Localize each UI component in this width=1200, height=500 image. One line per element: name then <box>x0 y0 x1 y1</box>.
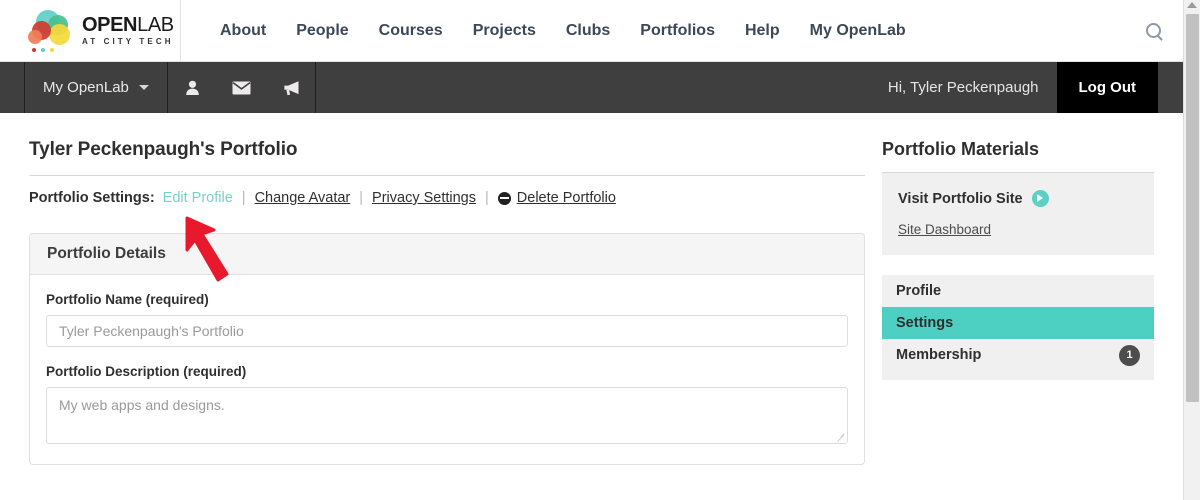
portfolio-details-heading: Portfolio Details <box>30 234 864 275</box>
nav-item-courses[interactable]: Courses <box>364 0 458 62</box>
nav-item-about[interactable]: About <box>205 0 281 62</box>
change-avatar-link[interactable]: Change Avatar <box>255 190 351 206</box>
logo-wordmark: OPENLAB AT CITY TECH <box>82 15 174 46</box>
announcements-icon-button[interactable] <box>266 62 315 113</box>
link-separator: | <box>485 190 489 206</box>
nav-item-people[interactable]: People <box>281 0 363 62</box>
portfolio-details-panel: Portfolio Details Portfolio Name (requir… <box>29 233 865 465</box>
logo-tagline: AT CITY TECH <box>82 37 174 46</box>
sidebar-item-label: Profile <box>896 283 942 299</box>
sidebar-item-profile[interactable]: Profile <box>882 275 1154 307</box>
page-root: OPENLAB AT CITY TECH About People Course… <box>0 0 1200 500</box>
scrollbar-thumb[interactable] <box>1186 14 1199 402</box>
sidebar-title: Portfolio Materials <box>882 139 1040 159</box>
portfolio-name-label: Portfolio Name (required) <box>46 292 209 307</box>
content-column: Tyler Peckenpaugh's Portfolio Portfolio … <box>0 113 865 500</box>
logout-button[interactable]: Log Out <box>1056 62 1158 113</box>
privacy-settings-link[interactable]: Privacy Settings <box>372 190 476 206</box>
link-separator: | <box>241 190 246 206</box>
logo-open-text: OPEN <box>82 14 138 36</box>
sidebar: Portfolio Materials Visit Portfolio Site… <box>855 113 1155 500</box>
delete-portfolio-link[interactable]: Delete Portfolio <box>517 190 616 206</box>
admin-bar-icon-group <box>168 62 316 113</box>
title-divider <box>29 175 865 176</box>
textarea-resize-handle[interactable] <box>836 432 845 441</box>
link-separator: | <box>359 190 364 206</box>
admin-bar-right-edge <box>1158 62 1183 113</box>
logo-lab-text: LAB <box>137 14 174 36</box>
nav-item-projects[interactable]: Projects <box>458 0 551 62</box>
chevron-down-icon <box>138 85 149 90</box>
nav-item-my-openlab[interactable]: My OpenLab <box>795 0 921 62</box>
visit-portfolio-site-link[interactable]: Visit Portfolio Site <box>898 190 1138 207</box>
page-title: Tyler Peckenpaugh's Portfolio <box>29 139 298 160</box>
delete-portfolio-icon <box>497 191 511 205</box>
page-scrollbar[interactable] <box>1183 0 1200 500</box>
portfolio-settings-links: Portfolio Settings: Edit Profile | Chang… <box>29 190 855 206</box>
sidebar-item-membership[interactable]: Membership 1 <box>882 339 1154 371</box>
messages-icon <box>232 81 251 94</box>
portfolio-description-value: My web apps and designs. <box>59 397 225 413</box>
profile-icon-button[interactable] <box>168 62 217 113</box>
portfolio-details-body: Portfolio Name (required) Tyler Peckenpa… <box>30 275 864 464</box>
portfolio-name-input[interactable]: Tyler Peckenpaugh's Portfolio <box>46 315 848 347</box>
site-logo[interactable]: OPENLAB AT CITY TECH <box>0 9 180 52</box>
arrow-right-circle-icon <box>1031 190 1049 207</box>
search-icon <box>1145 23 1161 38</box>
main-content: Tyler Peckenpaugh's Portfolio Portfolio … <box>0 113 1183 500</box>
field-spacer <box>46 347 848 364</box>
admin-bar-left-edge <box>0 62 25 113</box>
sidebar-item-label: Membership <box>896 347 982 363</box>
portfolio-site-box: Visit Portfolio Site Site Dashboard <box>882 173 1154 255</box>
main-navigation: About People Courses Projects Clubs Port… <box>181 0 1123 62</box>
sidebar-menu-tail <box>882 371 1154 380</box>
nav-item-help[interactable]: Help <box>730 0 795 62</box>
portfolio-description-label: Portfolio Description (required) <box>46 364 247 379</box>
nav-item-portfolios[interactable]: Portfolios <box>625 0 730 62</box>
nav-item-clubs[interactable]: Clubs <box>551 0 625 62</box>
scroll-up-arrow-icon[interactable] <box>1187 2 1197 8</box>
site-header: OPENLAB AT CITY TECH About People Course… <box>0 0 1183 62</box>
sidebar-item-label: Settings <box>896 315 954 331</box>
messages-icon-button[interactable] <box>217 62 266 113</box>
profile-icon <box>186 80 199 95</box>
visit-portfolio-site-label: Visit Portfolio Site <box>898 190 1023 207</box>
admin-bar: My OpenLab Hi, Tyler Peckenpaugh Log Out <box>0 62 1183 113</box>
admin-bar-greeting: Hi, Tyler Peckenpaugh <box>887 79 1039 96</box>
portfolio-settings-label: Portfolio Settings: <box>29 190 155 206</box>
openlab-logo-icon <box>28 9 74 52</box>
admin-bar-my-openlab-menu[interactable]: My OpenLab <box>25 62 168 113</box>
portfolio-description-input[interactable]: My web apps and designs. <box>46 387 848 444</box>
search-button[interactable] <box>1123 0 1183 62</box>
edit-profile-link[interactable]: Edit Profile <box>163 190 233 206</box>
sidebar-menu: Profile Settings Membership 1 <box>882 275 1154 380</box>
admin-bar-menu-label: My OpenLab <box>43 79 129 96</box>
announcements-icon <box>284 80 299 95</box>
site-dashboard-link[interactable]: Site Dashboard <box>898 222 1138 237</box>
membership-count-badge: 1 <box>1119 344 1140 366</box>
sidebar-item-settings[interactable]: Settings <box>882 307 1154 339</box>
